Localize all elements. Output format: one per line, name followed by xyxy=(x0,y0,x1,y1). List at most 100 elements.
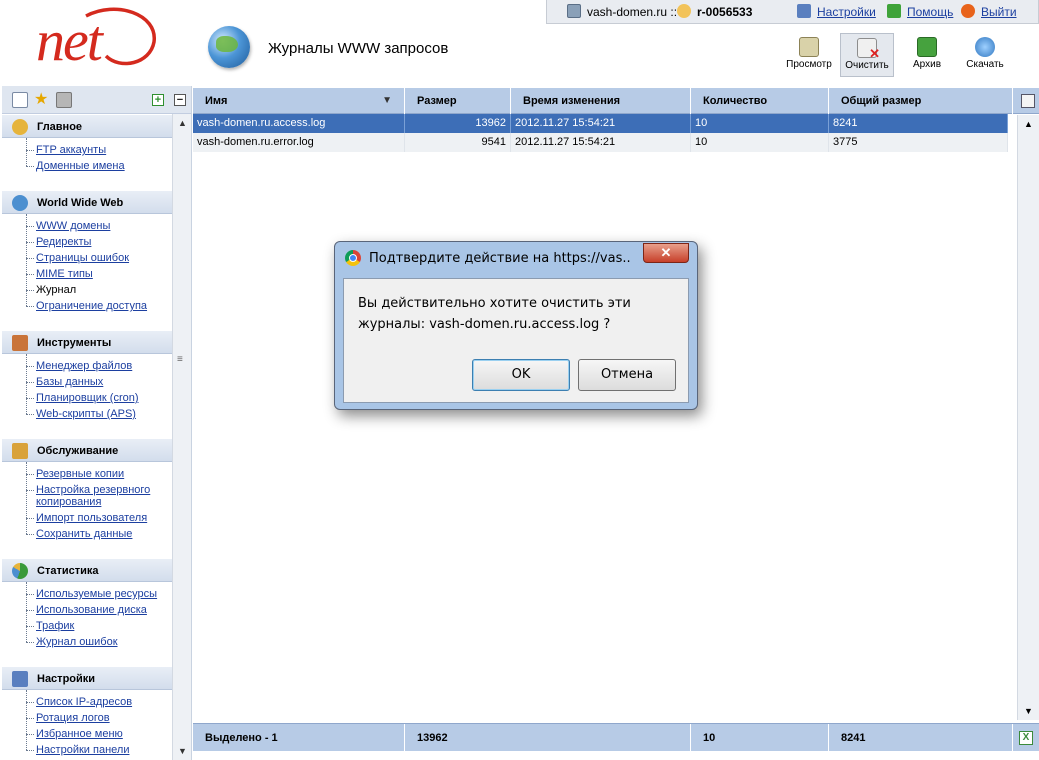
footer-count-total: 10 xyxy=(691,724,829,752)
sidebar-item-log[interactable]: Журнал xyxy=(2,282,172,298)
sidebar-item-mime[interactable]: MIME типы xyxy=(2,266,172,282)
sidebar-item-ftp[interactable]: FTP аккаунты xyxy=(2,142,172,158)
sidebar-item-www-domains[interactable]: WWW домены xyxy=(2,218,172,234)
sidebar-item-ip-list[interactable]: Список IP-адресов xyxy=(2,694,172,710)
sidebar-item-redirects[interactable]: Редиректы xyxy=(2,234,172,250)
settings-link[interactable]: Настройки xyxy=(797,4,876,19)
help-link-label[interactable]: Помощь xyxy=(907,5,953,19)
log-grid: Имя ▼ Размер Время изменения Количество О… xyxy=(193,86,1039,760)
confirm-dialog: Подтвердите действие на https://vas... ✕… xyxy=(334,241,698,410)
column-header-size[interactable]: Размер xyxy=(405,88,511,114)
cell-size: 13962 xyxy=(405,114,511,133)
column-header-name[interactable]: Имя ▼ xyxy=(193,88,405,114)
cancel-button[interactable]: Отмена xyxy=(578,359,676,391)
section-title: World Wide Web xyxy=(37,197,124,209)
globe-icon xyxy=(208,26,250,68)
sidebar-section-maintenance: Обслуживание Резервные копии Настройка р… xyxy=(2,438,172,548)
sidebar-item-cron[interactable]: Планировщик (cron) xyxy=(2,390,172,406)
view-button[interactable]: Просмотр xyxy=(782,33,836,77)
server-icon xyxy=(567,4,581,18)
scroll-up-icon[interactable]: ▲ xyxy=(1024,119,1033,129)
scroll-down-icon[interactable]: ▼ xyxy=(1024,706,1033,716)
sidebar-item-save-data[interactable]: Сохранить данные xyxy=(2,526,172,542)
logo-graphic: net xyxy=(36,7,156,73)
sidebar-item-backups[interactable]: Резервные копии xyxy=(2,466,172,482)
stats-icon xyxy=(12,563,28,579)
sidebar-item-error-log[interactable]: Журнал ошибок xyxy=(2,634,172,650)
table-row[interactable]: vash-domen.ru.access.log 13962 2012.11.2… xyxy=(193,114,1008,133)
sidebar-item-access-limit[interactable]: Ограничение доступа xyxy=(2,298,172,314)
sidebar-section-header[interactable]: Настройки xyxy=(2,666,172,690)
section-title: Инструменты xyxy=(37,337,112,349)
sidebar-tabs: ★ + − xyxy=(2,86,191,114)
column-settings-icon[interactable] xyxy=(1021,94,1035,108)
dialog-body: Вы действительно хотите очистить эти жур… xyxy=(343,278,689,403)
sidebar-scrollbar[interactable]: ▲ ≡ ▼ xyxy=(172,114,191,760)
sidebar-section-www: World Wide Web WWW домены Редиректы Стра… xyxy=(2,190,172,320)
tools-icon xyxy=(12,335,28,351)
sidebar-section-header[interactable]: Обслуживание xyxy=(2,438,172,462)
sidebar-item-import-user[interactable]: Импорт пользователя xyxy=(2,510,172,526)
list-view-icon[interactable] xyxy=(12,92,28,108)
download-button[interactable]: Скачать xyxy=(958,33,1012,77)
sidebar-item-traffic[interactable]: Трафик xyxy=(2,618,172,634)
expand-all-icon[interactable]: + xyxy=(152,94,164,106)
dialog-title: Подтвердите действие на https://vas... xyxy=(369,251,631,266)
settings-icon xyxy=(797,4,811,18)
column-header-total[interactable]: Общий размер xyxy=(829,88,1013,114)
sidebar-item-web-scripts[interactable]: Web-скрипты (APS) xyxy=(2,406,172,422)
column-header-mtime[interactable]: Время изменения xyxy=(511,88,691,114)
favorites-star-icon[interactable]: ★ xyxy=(34,92,50,108)
chrome-icon xyxy=(345,250,361,266)
scroll-down-icon[interactable]: ▼ xyxy=(178,746,187,756)
logout-link[interactable]: Выйти xyxy=(961,4,1017,19)
sidebar-item-domains[interactable]: Доменные имена xyxy=(2,158,172,174)
sidebar-section-header[interactable]: Статистика xyxy=(2,558,172,582)
sidebar-section-settings: Настройки Список IP-адресов Ротация лого… xyxy=(2,666,172,760)
grid-header: Имя ▼ Размер Время изменения Количество О… xyxy=(193,88,1039,114)
clear-icon xyxy=(857,38,880,62)
sidebar-item-panel-settings[interactable]: Настройки панели xyxy=(2,742,172,758)
archive-button[interactable]: Архив xyxy=(900,33,954,77)
section-title: Статистика xyxy=(37,565,99,577)
sidebar-item-favorites-menu[interactable]: Избранное меню xyxy=(2,726,172,742)
sidebar-item-backup-settings[interactable]: Настройка резервного копирования xyxy=(2,482,172,510)
cell-mtime: 2012.11.27 15:54:21 xyxy=(511,114,691,133)
collapse-all-icon[interactable]: − xyxy=(174,94,186,106)
grid-scrollbar[interactable]: ▲ ▼ xyxy=(1017,115,1039,720)
download-icon xyxy=(975,37,995,57)
home-icon xyxy=(12,119,28,135)
sidebar-section-header[interactable]: Главное xyxy=(2,114,172,138)
logout-link-label[interactable]: Выйти xyxy=(981,5,1017,19)
dialog-close-button[interactable]: ✕ xyxy=(643,243,689,263)
excel-export-icon[interactable]: X xyxy=(1019,731,1033,745)
sidebar-item-disk-usage[interactable]: Использование диска xyxy=(2,602,172,618)
clear-label: Очистить xyxy=(845,60,889,71)
scroll-up-icon[interactable]: ▲ xyxy=(178,118,187,128)
help-link[interactable]: Помощь xyxy=(887,4,953,19)
table-row[interactable]: vash-domen.ru.error.log 9541 2012.11.27 … xyxy=(193,133,1008,152)
ok-button[interactable]: OK xyxy=(472,359,570,391)
sidebar-item-resources[interactable]: Используемые ресурсы xyxy=(2,586,172,602)
sidebar-section-header[interactable]: World Wide Web xyxy=(2,190,172,214)
sidebar-section-header[interactable]: Инструменты xyxy=(2,330,172,354)
cell-name: vash-domen.ru.access.log xyxy=(193,114,405,133)
sidebar-item-log-rotation[interactable]: Ротация логов xyxy=(2,710,172,726)
maintenance-icon xyxy=(12,443,28,459)
svg-text:net: net xyxy=(36,8,105,73)
sidebar-item-error-pages[interactable]: Страницы ошибок xyxy=(2,250,172,266)
settings-link-label[interactable]: Настройки xyxy=(817,5,876,19)
archive-label: Архив xyxy=(912,59,942,70)
footer-selected-count: Выделено - 1 xyxy=(193,724,405,752)
sidebar-item-file-manager[interactable]: Менеджер файлов xyxy=(2,358,172,374)
net-logo[interactable]: net xyxy=(36,4,166,88)
sidebar-section-stats: Статистика Используемые ресурсы Использо… xyxy=(2,558,172,656)
help-icon xyxy=(887,4,901,18)
toolbox-icon[interactable] xyxy=(56,92,72,108)
column-header-count[interactable]: Количество xyxy=(691,88,829,114)
power-icon xyxy=(961,4,975,18)
sort-desc-icon[interactable]: ▼ xyxy=(382,88,392,114)
splitter-grip-icon[interactable]: ≡ xyxy=(177,354,183,365)
clear-button[interactable]: Очистить xyxy=(840,33,894,77)
sidebar-item-databases[interactable]: Базы данных xyxy=(2,374,172,390)
